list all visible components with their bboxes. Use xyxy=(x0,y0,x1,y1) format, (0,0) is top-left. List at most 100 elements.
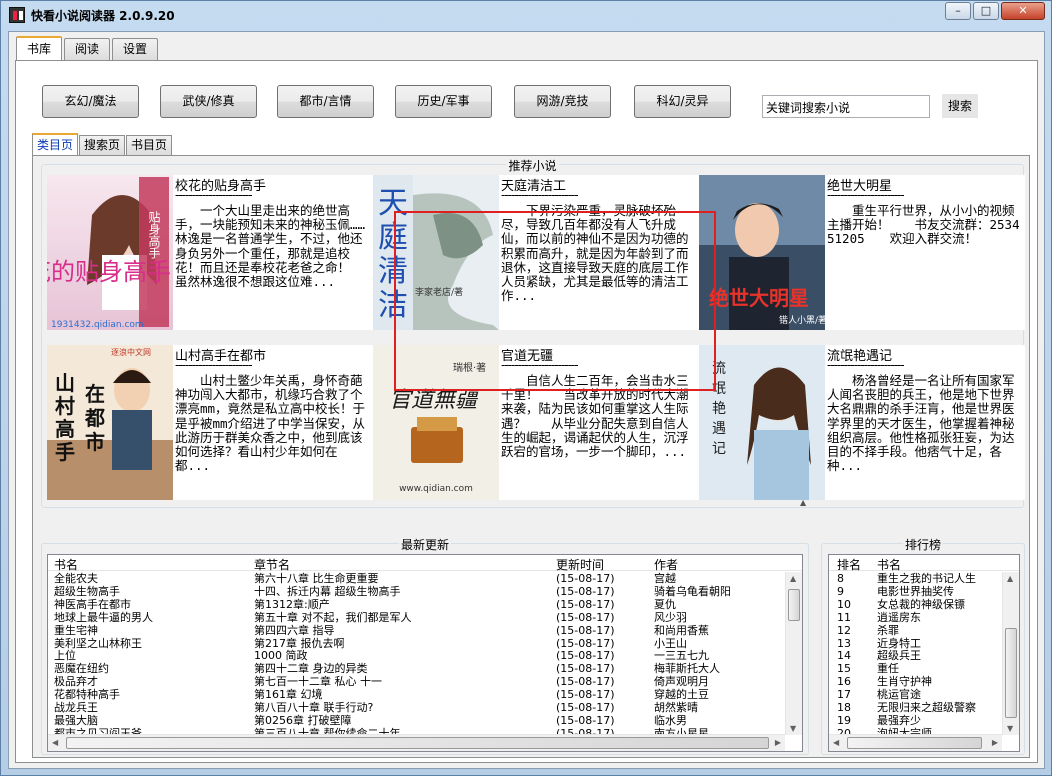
table-row[interactable]: 19 最强弃少 xyxy=(829,714,1019,727)
scroll-right-icon[interactable]: ▶ xyxy=(992,738,998,747)
scroll-right-icon[interactable]: ▶ xyxy=(775,738,781,747)
updates-hscroll[interactable]: ◀ ▶ xyxy=(48,734,785,751)
svg-text:山: 山 xyxy=(55,371,75,395)
cell-book-name: 最强弃少 xyxy=(877,713,921,727)
table-row[interactable]: 超级生物高手 十四、拆迁内幕 超级生物高手 (15-08-17) 骑着乌龟看朝阳 xyxy=(48,585,802,598)
table-row[interactable]: 17 桃运官途 xyxy=(829,688,1019,701)
cell-book-name: 重生之我的书记人生 xyxy=(877,572,976,585)
scroll-thumb[interactable] xyxy=(66,737,769,749)
category-scifi-button[interactable]: 科幻/灵异 xyxy=(634,85,731,118)
book-cover[interactable]: 天 庭 清 洁 李家老店/著 xyxy=(373,175,499,330)
category-game-button[interactable]: 网游/竞技 xyxy=(514,85,611,118)
table-row[interactable]: 全能农夫 第六十八章 比生命更重要 (15-08-17) 宫越 xyxy=(48,572,802,585)
book-divider: ----------------------- xyxy=(175,358,253,372)
cell-book-name: 地球上最牛逼的男人 xyxy=(54,610,153,624)
book-card[interactable]: 天 庭 清 洁 李家老店/著 天庭清洁工 -------------------… xyxy=(373,175,699,330)
book-cover[interactable]: 绝世大明星 锴人小黑/著 xyxy=(699,175,825,330)
col-rank[interactable]: 排名 xyxy=(837,556,861,573)
scroll-down-icon[interactable]: ▼ xyxy=(1007,724,1013,733)
cover-sub: www.qidian.com xyxy=(399,484,473,494)
book-cover[interactable]: 山 村 高 手 在 都 市 逐浪中文网 xyxy=(47,345,173,500)
table-row[interactable]: 最强大脑 第0256章 打破壁障 (15-08-17) 临水男 xyxy=(48,714,802,727)
table-row[interactable]: 15 重任 xyxy=(829,662,1019,675)
table-row[interactable]: 花都特种高手 第161章 幻境 (15-08-17) 穿越的土豆 xyxy=(48,688,802,701)
table-row[interactable]: 战龙兵王 第八百八十章 联手行动? (15-08-17) 胡然紫晴 xyxy=(48,701,802,714)
scroll-up-icon[interactable]: ▲ xyxy=(800,498,806,507)
cell-author: 宫越 xyxy=(654,572,676,585)
category-wuxia-button[interactable]: 武侠/修真 xyxy=(160,85,257,118)
search-input[interactable]: 关键词搜索小说 xyxy=(762,95,930,118)
table-row[interactable]: 恶魔在纽约 第四十二章 身边的异类 (15-08-17) 梅菲斯托大人 xyxy=(48,662,802,675)
tab-settings[interactable]: 设置 xyxy=(112,38,159,60)
table-row[interactable]: 重生宅神 第四四六章 指导 (15-08-17) 和尚用香蕉 xyxy=(48,624,802,637)
scroll-up-icon[interactable]: ▲ xyxy=(1007,574,1013,583)
cell-time: (15-08-17) xyxy=(556,662,615,676)
book-cover[interactable]: 官道無疆 瑞根·著 www.qidian.com xyxy=(373,345,499,500)
scroll-thumb[interactable] xyxy=(847,737,982,749)
book-card[interactable]: 流 氓 艳 遇 记 流氓艳遇记 ----------------------- … xyxy=(699,345,1025,500)
cell-book-name: 最强大脑 xyxy=(54,713,98,727)
svg-text:瑞根·著: 瑞根·著 xyxy=(453,361,486,374)
col-chapter[interactable]: 章节名 xyxy=(254,556,290,573)
table-row[interactable]: 18 无限归来之超级警察 xyxy=(829,701,1019,714)
title-bar[interactable]: 快看小说阅读器 2.0.9.20 – □ ✕ xyxy=(1,1,1051,29)
scroll-up-icon[interactable]: ▲ xyxy=(790,574,796,583)
table-row[interactable]: 地球上最牛逼的男人 第五十章 对不起，我们都是军人 (15-08-17) 风少羽 xyxy=(48,611,802,624)
table-row[interactable]: 上位 1000 简政 (15-08-17) 一三五七九 xyxy=(48,649,802,662)
col-book-name[interactable]: 书名 xyxy=(54,556,78,573)
table-row[interactable]: 13 近身特工 xyxy=(829,637,1019,650)
cell-time: (15-08-17) xyxy=(556,610,615,624)
table-row[interactable]: 极品弃才 第七百一十二章 私心 十一 (15-08-17) 倚声观明月 xyxy=(48,675,802,688)
ranking-hscroll[interactable]: ◀ ▶ xyxy=(829,734,1002,751)
col-book-name[interactable]: 书名 xyxy=(877,556,901,573)
book-cover[interactable]: 流 氓 艳 遇 记 xyxy=(699,345,825,500)
book-divider: ----------------------- xyxy=(501,358,579,372)
scroll-thumb[interactable] xyxy=(788,589,800,621)
cell-book-name: 杀罪 xyxy=(877,623,899,637)
recommend-title: 推荐小说 xyxy=(506,159,559,173)
updates-list[interactable]: 书名 章节名 更新时间 作者 全能农夫 第六十八章 比生命更重要 (15-08-17… xyxy=(47,554,803,752)
book-card[interactable]: 贴身高手 校花的贴身高手 1931432.qidian.com 校花的贴身高手 … xyxy=(47,175,373,330)
subtab-category[interactable]: 类目页 xyxy=(32,133,79,155)
maximize-button[interactable]: □ xyxy=(973,2,999,20)
book-card[interactable]: 山 村 高 手 在 都 市 逐浪中文网 山村高手在都市 ------------… xyxy=(47,345,373,500)
subtab-booklist[interactable]: 书目页 xyxy=(126,135,173,155)
ranking-list[interactable]: 排名 书名 8 重生之我的书记人生 9 电影世界抽奖传 10 女总裁的神级保镖 11 逍遥房东… xyxy=(828,554,1020,752)
svg-text:流: 流 xyxy=(712,361,726,377)
table-row[interactable]: 9 电影世界抽奖传 xyxy=(829,585,1019,598)
table-row[interactable]: 10 女总裁的神级保镖 xyxy=(829,598,1019,611)
table-row[interactable]: 12 杀罪 xyxy=(829,624,1019,637)
recommend-group: 推荐小说 贴身高手 校花的贴身 xyxy=(41,159,1025,508)
tab-library[interactable]: 书库 xyxy=(16,36,63,60)
book-card[interactable]: 官道無疆 瑞根·著 www.qidian.com 官道无疆 ----------… xyxy=(373,345,699,500)
scroll-down-icon[interactable]: ▼ xyxy=(790,724,796,733)
category-fantasy-button[interactable]: 玄幻/魔法 xyxy=(42,85,139,118)
cell-author: 和尚用香蕉 xyxy=(654,623,709,637)
cell-time: (15-08-17) xyxy=(556,713,615,727)
tab-read[interactable]: 阅读 xyxy=(64,38,111,60)
table-row[interactable]: 16 生肖守护神 xyxy=(829,675,1019,688)
table-row[interactable]: 11 逍遥房东 xyxy=(829,611,1019,624)
book-cover[interactable]: 贴身高手 校花的贴身高手 1931432.qidian.com xyxy=(47,175,173,330)
cell-book-name: 超级兵王 xyxy=(877,649,921,663)
search-button[interactable]: 搜索 xyxy=(942,94,978,118)
table-row[interactable]: 美利坚之山林称王 第217章 报仇去啊 (15-08-17) 小王山 xyxy=(48,637,802,650)
subtab-search[interactable]: 搜索页 xyxy=(79,135,126,155)
col-update-time[interactable]: 更新时间 xyxy=(556,556,604,573)
table-row[interactable]: 8 重生之我的书记人生 xyxy=(829,572,1019,585)
ranking-vscroll[interactable]: ▲ ▼ xyxy=(1002,572,1019,735)
table-row[interactable]: 14 超级兵王 xyxy=(829,649,1019,662)
svg-text:官道無疆: 官道無疆 xyxy=(389,388,481,413)
category-urban-button[interactable]: 都市/言情 xyxy=(277,85,374,118)
minimize-button[interactable]: – xyxy=(945,2,971,20)
svg-text:氓: 氓 xyxy=(712,381,726,397)
col-author[interactable]: 作者 xyxy=(654,556,678,573)
scroll-left-icon[interactable]: ◀ xyxy=(833,738,839,747)
category-history-button[interactable]: 历史/军事 xyxy=(395,85,492,118)
updates-vscroll[interactable]: ▲ ▼ xyxy=(785,572,802,735)
scroll-left-icon[interactable]: ◀ xyxy=(52,738,58,747)
table-row[interactable]: 神医高手在都市 第1312章:顺产 (15-08-17) 夏仇 xyxy=(48,598,802,611)
book-card[interactable]: 绝世大明星 锴人小黑/著 绝世大明星 ---------------------… xyxy=(699,175,1025,330)
scroll-thumb[interactable] xyxy=(1005,628,1017,718)
close-button[interactable]: ✕ xyxy=(1001,2,1045,20)
